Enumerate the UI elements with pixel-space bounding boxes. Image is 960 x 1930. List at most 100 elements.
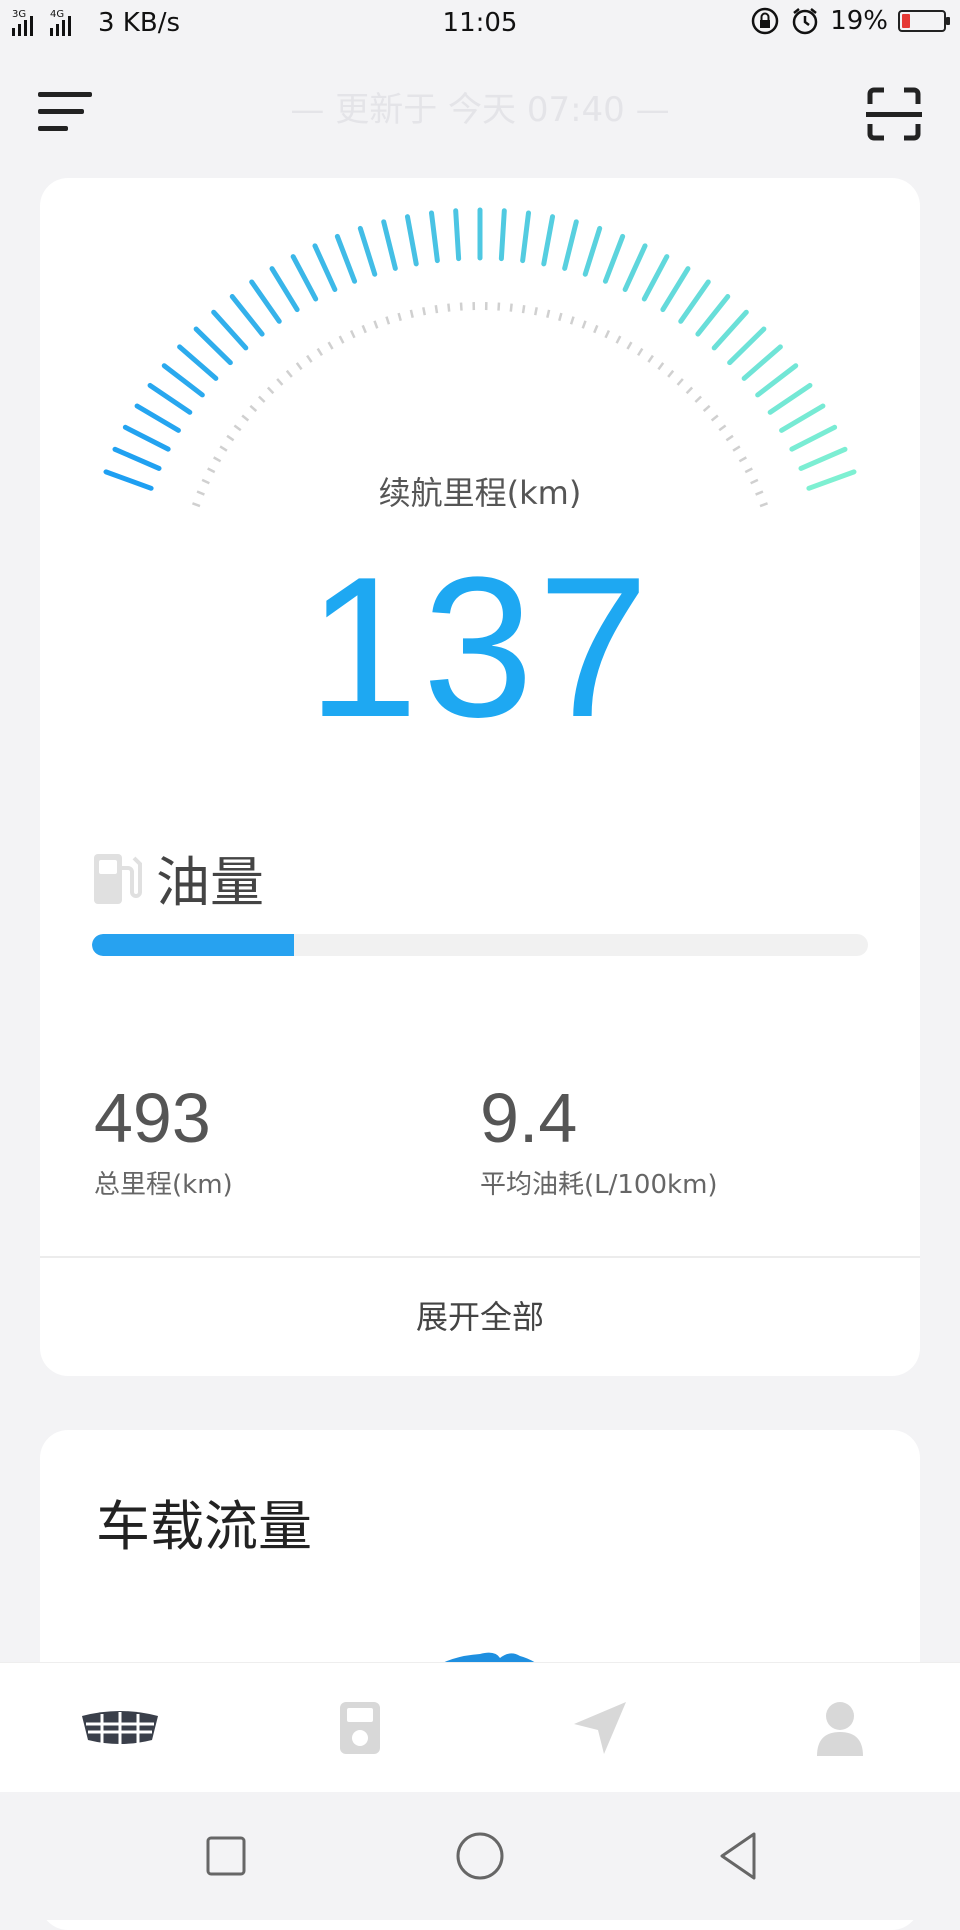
gauge-tick bbox=[730, 329, 764, 363]
lock-rotation-icon bbox=[750, 6, 780, 36]
recents-button[interactable] bbox=[196, 1826, 256, 1886]
gauge-tick bbox=[407, 217, 416, 264]
gauge-tick bbox=[384, 222, 396, 269]
gauge-minor-tick bbox=[739, 457, 746, 461]
top-bar: — 更新于 今天 07:40 — bbox=[0, 60, 960, 150]
total-mileage: 493 总里程(km) bbox=[94, 1078, 233, 1201]
gauge-minor-tick bbox=[259, 396, 265, 402]
gauge-minor-tick bbox=[712, 415, 718, 420]
gauge-tick bbox=[196, 329, 230, 363]
gauge-minor-tick bbox=[606, 330, 609, 337]
avg-fuel-value: 9.4 bbox=[480, 1078, 718, 1158]
gauge-minor-tick bbox=[448, 304, 449, 312]
gauge-tick bbox=[770, 385, 810, 412]
gauge-minor-tick bbox=[386, 317, 388, 325]
gauge-tick bbox=[714, 312, 746, 348]
gauge-tick bbox=[252, 282, 280, 321]
gauge-minor-tick bbox=[318, 349, 322, 356]
tab-profile[interactable] bbox=[800, 1693, 880, 1763]
update-time: — 更新于 今天 07:40 — bbox=[0, 82, 960, 131]
gauge-minor-tick bbox=[374, 321, 377, 329]
gauge-tick bbox=[125, 427, 168, 449]
gauge-tick bbox=[565, 222, 577, 269]
avg-fuel-label: 平均油耗(L/100km) bbox=[480, 1164, 718, 1201]
gauge-tick bbox=[782, 406, 823, 430]
gauge-minor-tick bbox=[250, 406, 256, 411]
alarm-icon bbox=[790, 6, 820, 36]
gauge-tick bbox=[744, 347, 780, 378]
fuel-label: 油量 bbox=[156, 838, 264, 917]
gauge-minor-tick bbox=[242, 415, 248, 420]
scan-icon[interactable] bbox=[866, 86, 922, 142]
gauge-minor-tick bbox=[436, 305, 437, 313]
gauge-tick bbox=[232, 297, 262, 335]
fuel-level-fill bbox=[92, 934, 294, 956]
range-value: 137 bbox=[40, 533, 920, 763]
fuel-level-bar bbox=[92, 934, 868, 956]
gauge-minor-tick bbox=[547, 310, 549, 318]
gauge-tick bbox=[115, 449, 159, 468]
battery-percent: 19% bbox=[830, 6, 888, 36]
gauge-minor-tick bbox=[268, 388, 274, 394]
gauge-minor-tick bbox=[583, 321, 586, 329]
gauge-minor-tick bbox=[719, 426, 725, 431]
data-traffic-title: 车载流量 bbox=[96, 1482, 312, 1561]
gauge-minor-tick bbox=[363, 325, 366, 332]
gauge-minor-tick bbox=[297, 363, 302, 369]
gauge-tick bbox=[758, 366, 796, 395]
gauge-tick bbox=[337, 236, 354, 281]
gauge-minor-tick bbox=[351, 330, 354, 337]
gauge-minor-tick bbox=[399, 313, 401, 321]
gauge-minor-tick bbox=[287, 371, 292, 377]
gauge-minor-tick bbox=[687, 388, 693, 394]
expand-all-button[interactable]: 展开全部 bbox=[40, 1258, 920, 1376]
bottom-tab-bar bbox=[0, 1662, 960, 1793]
gauge-minor-tick bbox=[627, 342, 631, 349]
tab-fuel[interactable] bbox=[320, 1693, 400, 1763]
avg-fuel-consumption: 9.4 平均油耗(L/100km) bbox=[480, 1078, 718, 1201]
gauge-tick bbox=[792, 427, 835, 449]
profile-icon bbox=[815, 1700, 865, 1756]
car-brand-icon bbox=[80, 1708, 160, 1748]
home-button[interactable] bbox=[450, 1826, 510, 1886]
gauge-tick bbox=[456, 211, 459, 259]
gauge-minor-tick bbox=[340, 336, 344, 343]
gauge-minor-tick bbox=[559, 313, 561, 321]
status-right: 19% bbox=[750, 6, 946, 36]
gauge-minor-tick bbox=[571, 317, 573, 325]
system-nav-bar bbox=[0, 1792, 960, 1920]
status-bar: 3G 4G 3 KB/s 11:05 19% bbox=[0, 0, 960, 46]
gauge-minor-tick bbox=[678, 379, 683, 385]
gauge-minor-tick bbox=[329, 342, 333, 349]
gauge-tick bbox=[681, 282, 709, 321]
gauge-minor-tick bbox=[214, 457, 221, 461]
tab-car[interactable] bbox=[80, 1693, 160, 1763]
gauge-minor-tick bbox=[658, 363, 663, 369]
battery-icon bbox=[898, 10, 946, 32]
gauge-minor-tick bbox=[594, 325, 597, 332]
gauge-tick bbox=[315, 246, 335, 290]
gauge-tick bbox=[698, 297, 728, 335]
gauge-tick bbox=[180, 347, 216, 378]
gauge-tick bbox=[644, 257, 667, 299]
fuel-station-icon bbox=[338, 1700, 382, 1756]
gauge-tick bbox=[272, 269, 297, 310]
gauge-minor-tick bbox=[695, 396, 701, 402]
gauge-minor-tick bbox=[307, 356, 312, 363]
gauge-minor-tick bbox=[511, 304, 512, 312]
gauge-minor-tick bbox=[704, 406, 710, 411]
gauge-minor-tick bbox=[411, 310, 413, 318]
gauge-minor-tick bbox=[638, 349, 642, 356]
total-mileage-label: 总里程(km) bbox=[94, 1164, 233, 1201]
fuel-header: 油量 bbox=[92, 838, 264, 917]
fuel-pump-icon bbox=[92, 850, 142, 906]
gauge-minor-tick bbox=[535, 307, 536, 315]
gauge-minor-tick bbox=[423, 307, 424, 315]
gauge-tick bbox=[663, 269, 688, 310]
back-button[interactable] bbox=[708, 1826, 768, 1886]
tab-navigation[interactable] bbox=[560, 1693, 640, 1763]
gauge-minor-tick bbox=[617, 336, 621, 343]
vehicle-status-card: 续航里程(km) 137 油量 493 总里程(km) 9.4 平均油耗(L/1… bbox=[40, 178, 920, 1376]
gauge-tick bbox=[625, 246, 645, 290]
gauge-minor-tick bbox=[648, 356, 653, 363]
